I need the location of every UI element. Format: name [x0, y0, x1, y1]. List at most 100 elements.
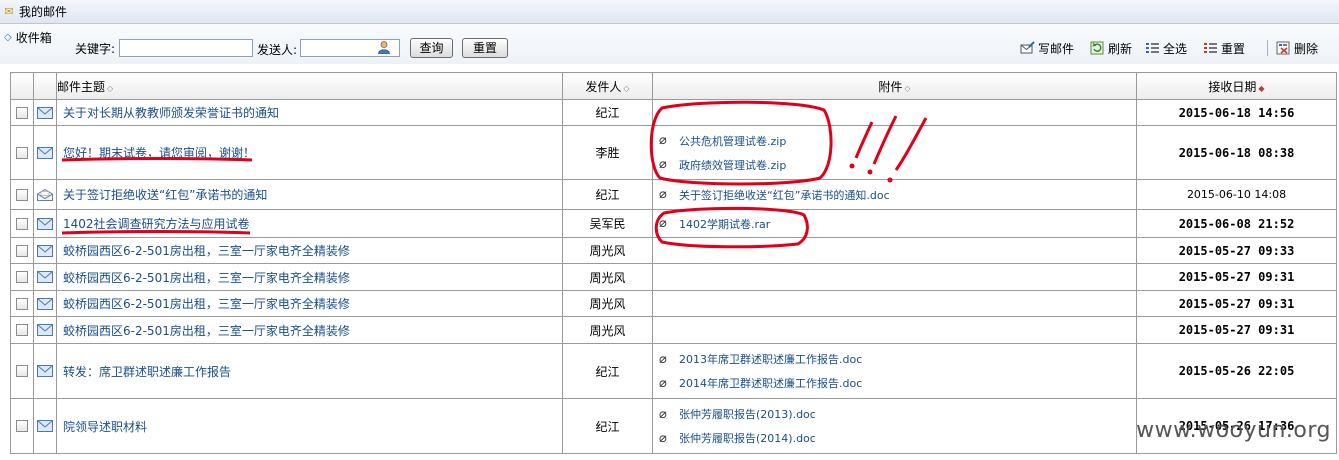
sort-desc-icon[interactable]: ◆: [1258, 84, 1264, 93]
mail-subject-link[interactable]: 蛟桥园西区6-2-501房出租，三室一厅家电齐全精装修: [56, 290, 563, 317]
delete-icon: [1276, 41, 1290, 55]
row-icon-cell: [33, 290, 57, 317]
mail-subject-link[interactable]: 蛟桥园西区6-2-501房出租，三室一厅家电齐全精装修: [56, 237, 563, 264]
attachment-item[interactable]: ⌀ 1402学期试卷.rar: [659, 212, 1136, 236]
sort-icon[interactable]: ◇: [623, 84, 629, 93]
row-icon-cell: [33, 343, 57, 399]
header-attachment[interactable]: 附件 ◇: [652, 72, 1137, 100]
attachment-link[interactable]: 关于签订拒绝收送“红包”承诺书的通知.doc: [679, 187, 890, 203]
table-row[interactable]: 蛟桥园西区6-2-501房出租，三室一厅家电齐全精装修 周光风 2015-05-27…: [10, 263, 1337, 291]
attachment-item[interactable]: ⌀ 公共危机管理试卷.zip: [659, 129, 1136, 153]
table-row[interactable]: 转发：席卫群述职述廉工作报告 纪江 ⌀ 2013年席卫群述职述廉工作报告.doc ⌀ 20…: [10, 343, 1337, 399]
mail-date: 2015-06-10 14:08: [1136, 179, 1337, 210]
attachment-item[interactable]: ⌀ 关于签订拒绝收送“红包”承诺书的通知.doc: [659, 183, 1136, 207]
mail-date: 2015-06-08 21:52: [1136, 209, 1337, 238]
row-checkbox[interactable]: [16, 188, 28, 201]
compose-button[interactable]: 写邮件: [1020, 40, 1074, 56]
select-all-button[interactable]: 全选: [1145, 40, 1187, 56]
table-row[interactable]: 蛟桥园西区6-2-501房出租，三室一厅家电齐全精装修 周光风 2015-05-27…: [10, 290, 1337, 317]
mail-subject-link[interactable]: 转发：席卫群述职述廉工作报告: [56, 343, 563, 399]
header-date[interactable]: 接收日期 ◆: [1136, 72, 1337, 100]
row-checkbox[interactable]: [16, 365, 28, 377]
envelope-icon: [37, 297, 53, 310]
table-row[interactable]: 1402社会调查研究方法与应用试卷 吴军民 ⌀ 1402学期试卷.rar 2015-06…: [10, 209, 1337, 238]
table-header-row: 邮件主题 ◇ 发件人 ◇ 附件 ◇ 接收日期 ◆: [10, 72, 1337, 100]
attachment-link[interactable]: 张仲芳履职报告(2014).doc: [679, 430, 816, 446]
mail-subject-link[interactable]: 您好！期末试卷，请您审阅，谢谢！: [56, 125, 563, 180]
mail-sender: 周光风: [562, 316, 653, 344]
select-all-label: 全选: [1163, 41, 1188, 56]
row-checkbox[interactable]: [16, 297, 28, 310]
attachment-link[interactable]: 1402学期试卷.rar: [679, 216, 770, 232]
attachment-cell: [652, 263, 1137, 291]
attachment-link[interactable]: 张仲芳履职报告(2013).doc: [679, 406, 816, 422]
mail-subject-link[interactable]: 关于签订拒绝收送“红包”承诺书的通知: [56, 179, 563, 210]
attachment-item[interactable]: ⌀ 2013年席卫群述职述廉工作报告.doc: [659, 347, 1136, 371]
attachment-link[interactable]: 2013年席卫群述职述廉工作报告.doc: [679, 351, 862, 367]
mail-subject-link[interactable]: 院领导述职材料: [56, 398, 563, 454]
row-checkbox[interactable]: [16, 271, 28, 283]
keyword-label: 关键字:: [75, 42, 116, 56]
mail-date: 2015-06-18 14:56: [1136, 99, 1337, 126]
row-checkbox[interactable]: [16, 146, 28, 159]
mail-sender: 周光风: [562, 263, 653, 291]
delete-button[interactable]: 删除: [1267, 40, 1318, 56]
paperclip-icon: ⌀: [659, 187, 667, 202]
attachment-item[interactable]: ⌀ 2014年席卫群述职述廉工作报告.doc: [659, 371, 1136, 395]
mail-subject-link[interactable]: 蛟桥园西区6-2-501房出租，三室一厅家电齐全精装修: [56, 316, 563, 344]
paperclip-icon: ⌀: [659, 157, 667, 172]
paperclip-icon: ⌀: [659, 351, 667, 367]
attachment-link[interactable]: 2014年席卫群述职述廉工作报告.doc: [679, 375, 862, 391]
diamond-icon: ◇: [4, 31, 12, 43]
window-titlebar: ✉ 我的邮件: [0, 0, 1339, 24]
table-row[interactable]: 蛟桥园西区6-2-501房出租，三室一厅家电齐全精装修 周光风 2015-05-27…: [10, 237, 1337, 264]
mail-subject-link[interactable]: 蛟桥园西区6-2-501房出租，三室一厅家电齐全精装修: [56, 263, 563, 291]
open-envelope-icon: [37, 188, 53, 201]
attachment-item[interactable]: ⌀ 张仲芳履职报告(2013).doc: [659, 402, 1136, 426]
reset-search-button[interactable]: 重置: [462, 38, 508, 58]
reset-label: 重置: [1221, 41, 1246, 56]
row-checkbox[interactable]: [16, 420, 28, 432]
envelope-icon: [37, 244, 53, 257]
mail-subject-link[interactable]: 1402社会调查研究方法与应用试卷: [56, 209, 563, 238]
row-checkbox-cell: [10, 290, 34, 317]
tab-inbox[interactable]: ◇ 收件箱: [0, 28, 56, 46]
attachment-cell: ⌀ 关于签订拒绝收送“红包”承诺书的通知.doc: [652, 179, 1137, 210]
row-icon-cell: [33, 209, 57, 238]
header-subject[interactable]: 邮件主题 ◇: [56, 72, 563, 100]
sort-icon[interactable]: ◇: [107, 84, 113, 93]
mail-date: 2015-05-27 09:31: [1136, 316, 1337, 344]
table-row[interactable]: 关于对长期从教教师颁发荣誉证书的通知 纪江 2015-06-18 14:56: [10, 99, 1337, 126]
sort-icon[interactable]: ◇: [904, 84, 910, 93]
attachment-link[interactable]: 公共危机管理试卷.zip: [679, 133, 786, 149]
mail-sender: 纪江: [562, 398, 653, 454]
row-checkbox[interactable]: [16, 324, 28, 336]
row-checkbox[interactable]: [16, 106, 28, 119]
reset-icon: [1204, 43, 1217, 53]
row-icon-cell: [33, 398, 57, 454]
attachment-item[interactable]: ⌀ 张仲芳履职报告(2014).doc: [659, 426, 1136, 450]
row-checkbox[interactable]: [16, 217, 28, 230]
attachment-link[interactable]: 政府绩效管理试卷.zip: [679, 157, 786, 173]
row-checkbox[interactable]: [16, 244, 28, 257]
query-button[interactable]: 查询: [410, 38, 453, 58]
mail-subject-link[interactable]: 关于对长期从教教师颁发荣誉证书的通知: [56, 99, 563, 126]
compose-icon: [1020, 41, 1035, 54]
table-row[interactable]: 蛟桥园西区6-2-501房出租，三室一厅家电齐全精装修 周光风 2015-05-27…: [10, 316, 1337, 344]
reset-toolbar-button[interactable]: 重置: [1203, 40, 1245, 56]
keyword-input[interactable]: [119, 39, 253, 57]
person-picker-icon[interactable]: [377, 40, 391, 54]
mail-date: 2015-05-26 22:05: [1136, 343, 1337, 399]
mail-sender: 吴军民: [562, 209, 653, 238]
envelope-icon: [37, 365, 53, 377]
compose-label: 写邮件: [1038, 41, 1075, 56]
attachment-item[interactable]: ⌀ 政府绩效管理试卷.zip: [659, 153, 1136, 177]
row-checkbox-cell: [10, 209, 34, 238]
table-row[interactable]: 关于签订拒绝收送“红包”承诺书的通知 纪江 ⌀ 关于签订拒绝收送“红包”承诺书的通知.…: [10, 179, 1337, 210]
table-row[interactable]: 您好！期末试卷，请您审阅，谢谢！ 李胜 ⌀ 公共危机管理试卷.zip ⌀ 政府绩效管理试卷…: [10, 125, 1337, 180]
row-icon-cell: [33, 179, 57, 210]
paperclip-icon: ⌀: [659, 375, 667, 391]
row-checkbox-cell: [10, 398, 34, 454]
header-sender[interactable]: 发件人 ◇: [562, 72, 653, 100]
refresh-button[interactable]: 刷新: [1090, 40, 1132, 56]
